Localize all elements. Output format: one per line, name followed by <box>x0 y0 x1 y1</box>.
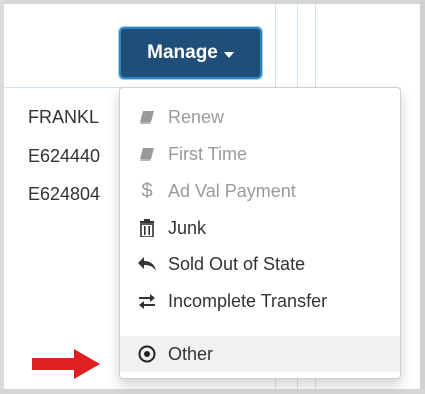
reply-arrow-icon <box>134 256 160 272</box>
table-cell[interactable]: E624440 <box>28 146 100 167</box>
menu-item-label: Junk <box>168 217 207 238</box>
menu-item-other[interactable]: Other <box>120 336 400 372</box>
menu-item-incomplete-transfer[interactable]: Incomplete Transfer <box>120 283 400 319</box>
frame-top-edge <box>0 0 425 4</box>
red-arrow-annotation <box>32 349 100 379</box>
book-icon <box>134 110 160 124</box>
table-cell[interactable]: E624804 <box>28 184 100 205</box>
target-circle-icon <box>134 345 160 363</box>
frame-bottom-edge <box>0 389 425 394</box>
dollar-icon: $ <box>141 179 153 202</box>
frame-right-edge <box>420 0 425 394</box>
app-frame: Manage FRANKL E624440 E624804 Renew Firs… <box>0 0 425 394</box>
menu-item-junk[interactable]: Junk <box>120 210 400 246</box>
manage-dropdown-menu: Renew First Time $ Ad Val Payment Junk S… <box>119 87 401 379</box>
menu-item-label: Other <box>168 343 214 364</box>
manage-dropdown-button[interactable]: Manage <box>119 27 262 79</box>
menu-item-label: Incomplete Transfer <box>168 290 328 311</box>
menu-item-label: Ad Val Payment <box>168 180 296 201</box>
frame-left-edge <box>0 0 4 394</box>
menu-item-label: First Time <box>168 143 247 164</box>
menu-item-label: Renew <box>168 106 225 127</box>
trash-icon <box>134 219 160 237</box>
exchange-icon <box>134 293 160 309</box>
menu-item-sold-out-of-state[interactable]: Sold Out of State <box>120 246 400 282</box>
menu-item-first-time[interactable]: First Time <box>120 136 400 172</box>
menu-item-label: Sold Out of State <box>168 253 306 274</box>
menu-item-renew[interactable]: Renew <box>120 99 400 135</box>
table-cell[interactable]: FRANKL <box>28 107 99 128</box>
book-icon <box>134 147 160 161</box>
manage-button-label: Manage <box>147 42 218 63</box>
menu-item-ad-val-payment[interactable]: $ Ad Val Payment <box>120 173 400 209</box>
caret-down-icon <box>223 51 234 58</box>
